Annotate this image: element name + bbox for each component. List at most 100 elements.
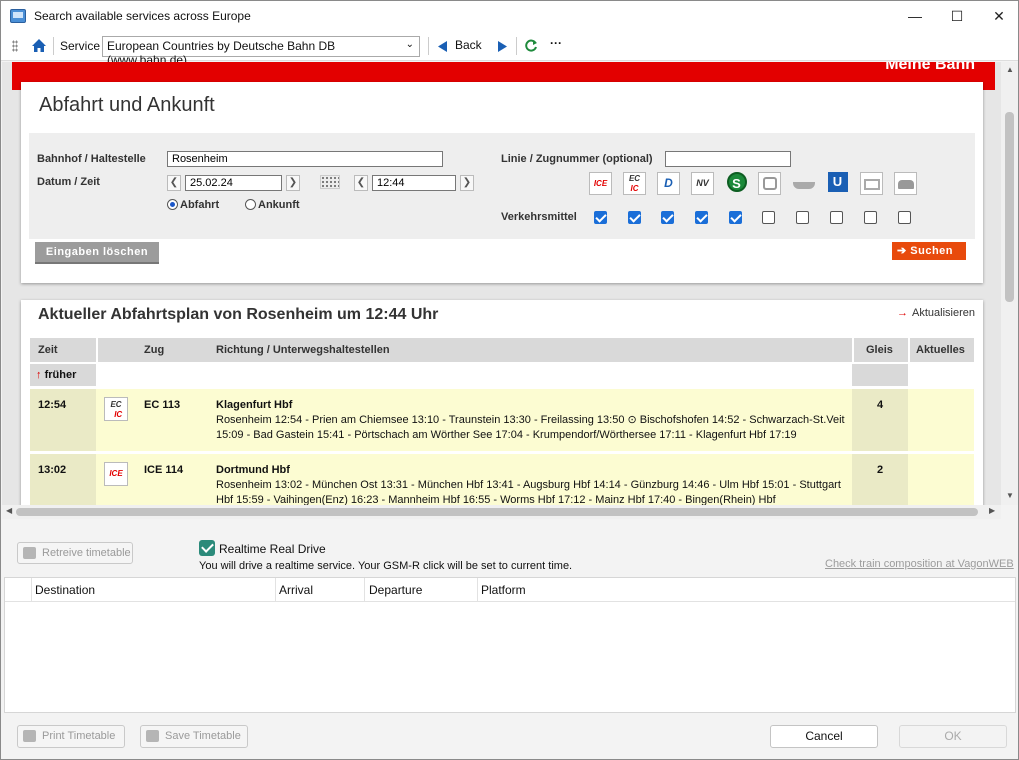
transport-checkbox[interactable] xyxy=(762,211,775,224)
station-label: Bahnhof / Haltestelle xyxy=(37,153,146,165)
u-bahn-icon[interactable]: U xyxy=(826,172,849,195)
grid-header: Destination Arrival Departure Platform xyxy=(5,578,1015,602)
radio-departure[interactable]: Abfahrt xyxy=(167,199,219,211)
radio-arrival[interactable]: Ankunft xyxy=(245,199,300,211)
retrieve-timetable-label: Retreive timetable xyxy=(42,547,131,559)
transport-checkbox[interactable] xyxy=(864,211,877,224)
table-row[interactable]: 12:54 EC IC EC 113 Klagenfurt Hbf Rosenh… xyxy=(30,389,974,451)
row-stops: Rosenheim 13:02 - München Ost 13:31 - Mü… xyxy=(216,479,841,505)
search-panel: Abfahrt und Ankunft Bahnhof / Haltestell… xyxy=(21,82,983,283)
d-train-icon[interactable]: D xyxy=(657,172,680,195)
minimize-button[interactable]: — xyxy=(892,1,938,31)
ferry-icon[interactable] xyxy=(792,172,815,195)
scroll-down-icon[interactable]: ▼ xyxy=(1006,491,1014,500)
print-timetable-button[interactable]: Print Timetable xyxy=(17,725,125,748)
transport-checkbox[interactable] xyxy=(830,211,843,224)
scroll-right-icon[interactable]: ▶ xyxy=(989,506,995,515)
timetable-panel: Aktueller Abfahrtsplan von Rosenheim um … xyxy=(21,300,983,505)
row-time: 13:02 xyxy=(30,454,96,505)
tram-icon[interactable] xyxy=(860,172,883,195)
radio-arrival-label: Ankunft xyxy=(258,199,300,211)
ok-button[interactable]: OK xyxy=(899,725,1007,748)
home-icon[interactable] xyxy=(31,38,47,53)
grid-col-arrival[interactable]: Arrival xyxy=(279,583,313,597)
table-header: Zeit Zug Richtung / Unterwegshaltestelle… xyxy=(30,338,974,362)
time-next-button[interactable]: ❯ xyxy=(460,175,474,191)
arrow-right-icon: → xyxy=(897,307,909,319)
earlier-link[interactable]: ↑ früher xyxy=(30,364,96,386)
nv-train-icon[interactable]: NV xyxy=(691,172,714,195)
clear-inputs-button[interactable]: Eingaben löschen xyxy=(35,242,159,264)
maximize-button[interactable]: ☐ xyxy=(934,1,980,31)
scroll-left-icon[interactable]: ◀ xyxy=(6,506,12,515)
search-button-label: Suchen xyxy=(910,245,954,257)
retrieve-timetable-button[interactable]: Retreive timetable xyxy=(17,542,133,564)
bus-icon[interactable] xyxy=(758,172,781,195)
date-prev-button[interactable]: ❮ xyxy=(167,175,181,191)
col-current: Aktuelles xyxy=(916,344,965,356)
header-divider xyxy=(908,338,910,362)
back-arrow-icon[interactable] xyxy=(438,41,448,52)
ec-ic-icon[interactable]: EC IC xyxy=(623,172,646,195)
row-destination[interactable]: Klagenfurt Hbf xyxy=(216,399,292,411)
row-train[interactable]: ICE 114 xyxy=(144,464,183,476)
more-icon[interactable]: ··· xyxy=(550,36,562,50)
service-select[interactable]: European Countries by Deutsche Bahn DB (… xyxy=(102,36,420,67)
date-input[interactable] xyxy=(185,175,282,191)
time-prev-button[interactable]: ❮ xyxy=(354,175,368,191)
vertical-scroll-thumb[interactable] xyxy=(1005,112,1014,302)
refresh-link[interactable]: → Aktualisieren xyxy=(897,307,975,319)
col-direction: Richtung / Unterwegshaltestellen xyxy=(216,344,390,356)
realtime-label[interactable]: Realtime Real Drive xyxy=(219,542,326,556)
horizontal-scroll-thumb[interactable] xyxy=(16,508,978,516)
transport-checkbox[interactable] xyxy=(695,211,708,224)
row-train[interactable]: EC 113 xyxy=(144,399,180,411)
row-destination[interactable]: Dortmund Hbf xyxy=(216,464,290,476)
s-bahn-icon[interactable]: S xyxy=(725,172,748,195)
arrow-right-icon: ➔ xyxy=(897,245,911,257)
transport-checkbox[interactable] xyxy=(729,211,742,224)
horizontal-scrollbar[interactable]: ◀ ▶ xyxy=(2,505,1001,519)
station-input[interactable] xyxy=(167,151,443,167)
radio-arrival-dot xyxy=(245,199,256,210)
grid-col-platform[interactable]: Platform xyxy=(481,583,526,597)
close-button[interactable]: ✕ xyxy=(976,1,1019,31)
transport-checkbox[interactable] xyxy=(661,211,674,224)
window-title: Search available services across Europe xyxy=(34,9,251,23)
line-input[interactable] xyxy=(665,151,791,167)
taxi-icon[interactable] xyxy=(894,172,917,195)
refresh-icon[interactable] xyxy=(524,39,538,53)
grid-col-separator xyxy=(364,578,365,602)
calendar-icon[interactable] xyxy=(320,175,340,189)
arrow-up-icon: ↑ xyxy=(36,369,45,381)
col-time: Zeit xyxy=(38,344,58,356)
transport-checkbox[interactable] xyxy=(898,211,911,224)
transport-checkbox[interactable] xyxy=(628,211,641,224)
ice-icon[interactable]: ICE xyxy=(589,172,612,195)
save-timetable-button[interactable]: Save Timetable xyxy=(140,725,248,748)
scroll-up-icon[interactable]: ▲ xyxy=(1006,65,1014,74)
forward-arrow-icon[interactable] xyxy=(497,41,507,52)
time-input[interactable] xyxy=(372,175,456,191)
date-next-button[interactable]: ❯ xyxy=(286,175,300,191)
toolbar-separator xyxy=(53,37,54,55)
search-button[interactable]: ➔ Suchen xyxy=(892,242,966,260)
realtime-checkbox[interactable] xyxy=(199,540,215,556)
grid-col-destination[interactable]: Destination xyxy=(35,583,95,597)
chevron-down-icon: ⌄ xyxy=(405,39,414,50)
vagonweb-link[interactable]: Check train composition at VagonWEB xyxy=(825,558,1014,570)
ice-icon: ICE xyxy=(104,462,128,486)
dialog-window: Search available services across Europe … xyxy=(0,0,1019,760)
back-button[interactable]: Back xyxy=(455,38,482,52)
transport-checkbox[interactable] xyxy=(594,211,607,224)
vertical-scrollbar[interactable]: ▲ ▼ xyxy=(1001,62,1018,505)
row-stops: Rosenheim 12:54 - Prien am Chiemsee 13:1… xyxy=(216,414,845,441)
col-train: Zug xyxy=(144,344,165,356)
table-row[interactable]: 13:02 ICE ICE 114 Dortmund Hbf Rosenheim… xyxy=(30,454,974,505)
cancel-button[interactable]: Cancel xyxy=(770,725,878,748)
datetime-label: Datum / Zeit xyxy=(37,176,100,188)
transport-checkbox[interactable] xyxy=(796,211,809,224)
service-label: Service xyxy=(60,39,101,53)
grid-col-separator xyxy=(477,578,478,602)
grid-col-departure[interactable]: Departure xyxy=(369,583,422,597)
